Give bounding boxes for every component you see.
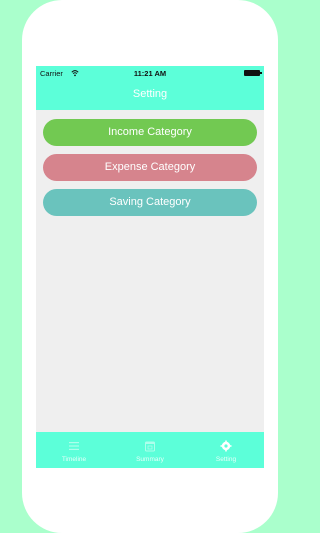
tab-timeline[interactable]: Timeline [36,432,112,468]
navigation-bar: Setting [36,82,264,110]
tab-timeline-label: Timeline [61,456,87,463]
status-bar: Carrier 11:21 AM [36,66,264,82]
saving-category-label: Saving Category [109,196,191,208]
saving-category-button[interactable]: Saving Category [43,189,257,216]
gear-icon [220,440,232,452]
tab-bar: Timeline Summary Setting [36,432,264,468]
list-icon [69,442,79,450]
tab-setting-label: Setting [215,456,237,463]
expense-category-button[interactable]: Expense Category [43,154,257,181]
calendar-icon [145,441,155,452]
app-screen: Carrier 11:21 AM Setting Income Category… [36,66,264,468]
status-time: 11:21 AM [133,69,167,78]
income-category-label: Income Category [108,126,192,138]
tab-summary-label: Summary [136,456,164,463]
expense-category-label: Expense Category [104,161,196,173]
battery-icon [244,70,262,76]
income-category-button[interactable]: Income Category [43,119,257,146]
tab-setting[interactable]: Setting [188,432,264,468]
tab-summary[interactable]: Summary [112,432,188,468]
page-title: Setting [132,88,168,100]
